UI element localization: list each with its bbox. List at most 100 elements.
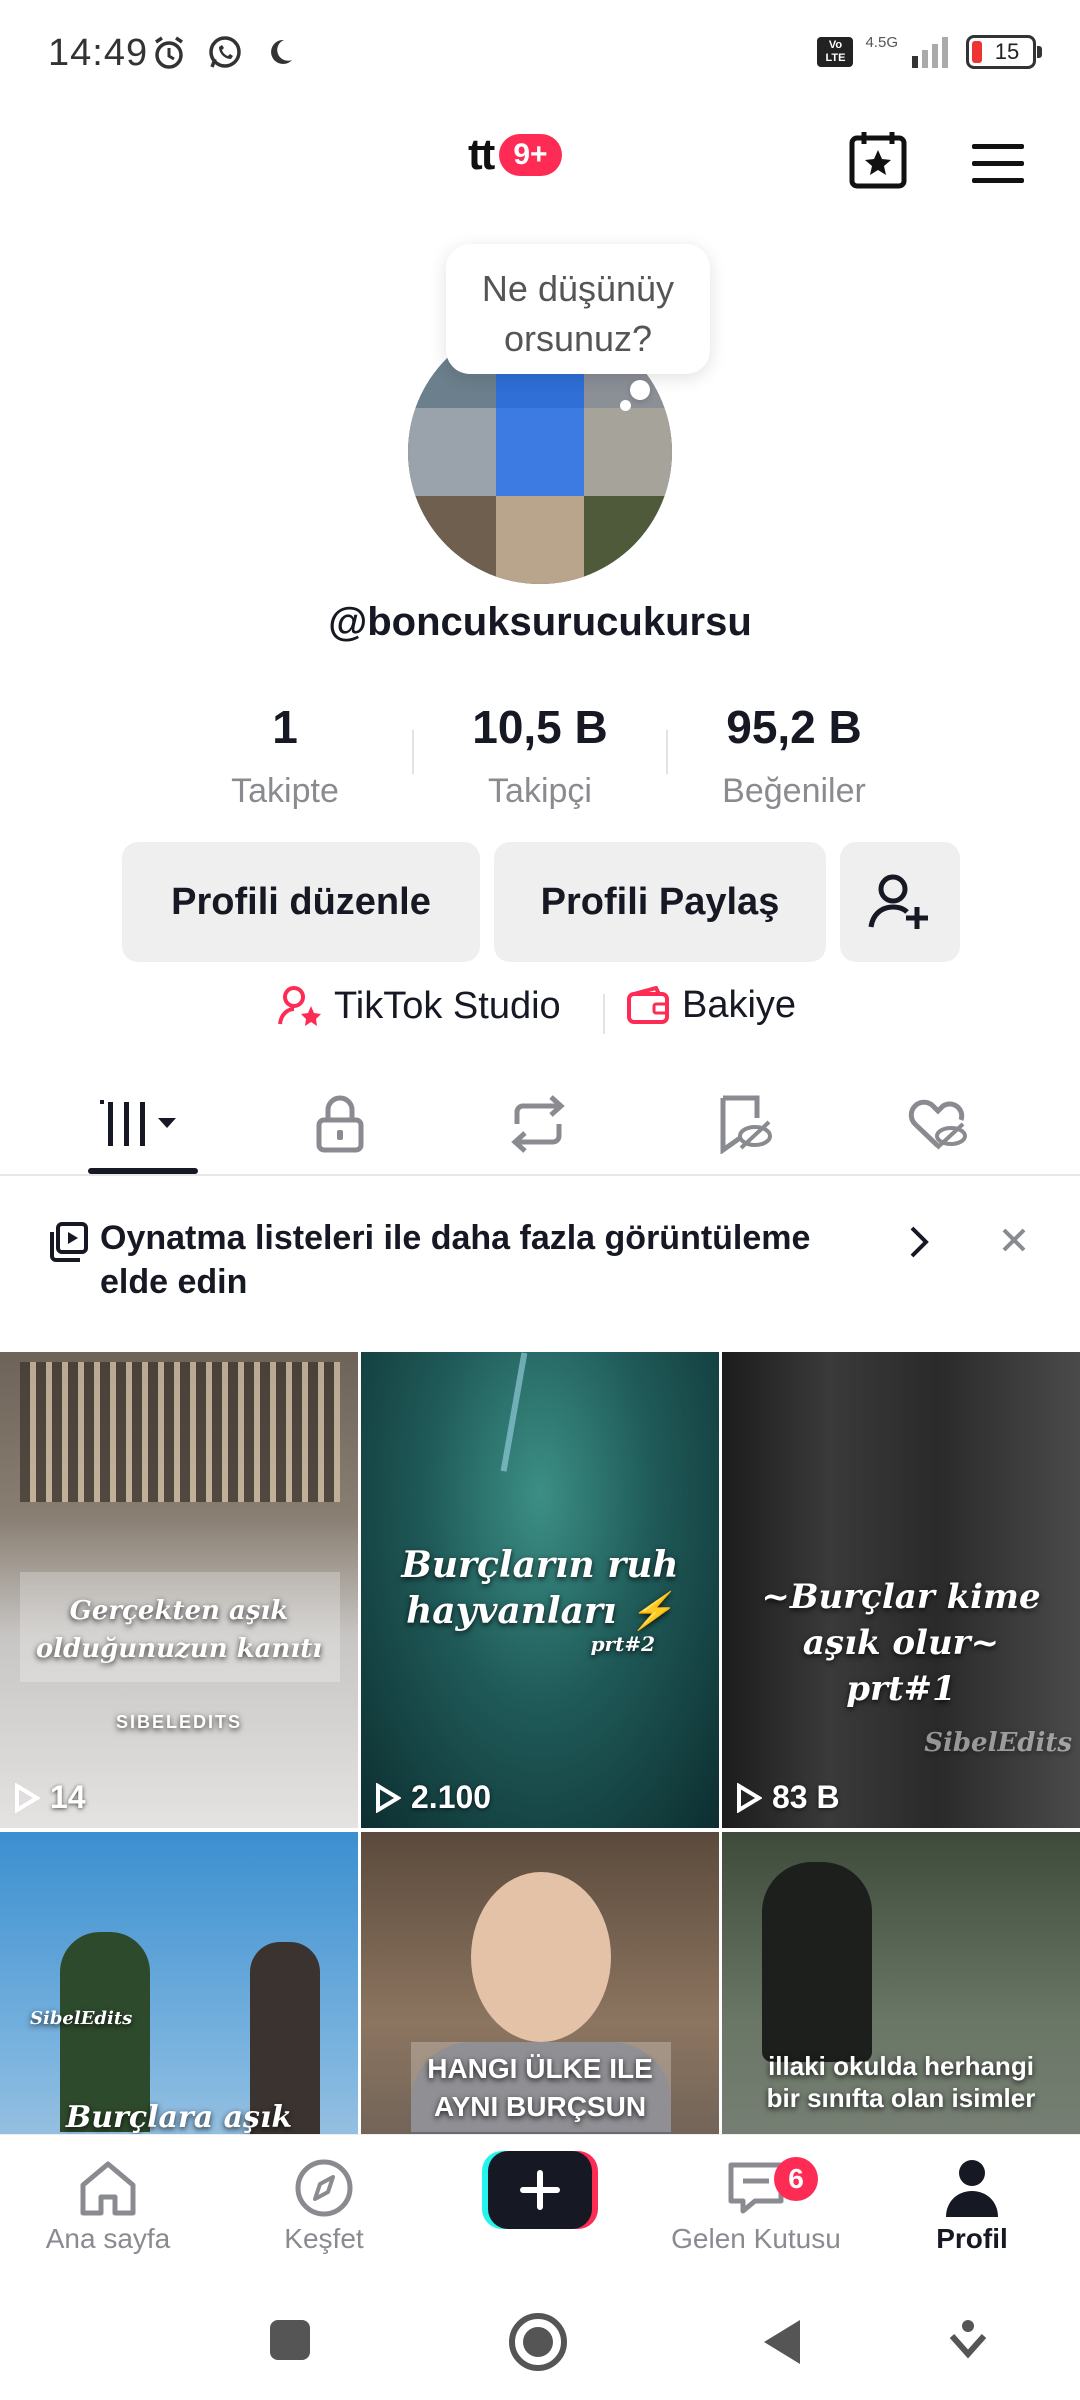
- moon-icon: [271, 39, 292, 64]
- volte-indicator: Vo LTE: [817, 37, 854, 67]
- creator-tools-row: TikTok Studio Bakiye: [0, 984, 1080, 1044]
- stat-label: Takipçi: [488, 772, 592, 810]
- video-thumbnail[interactable]: illaki okulda herhangi bir sınıfta olan …: [722, 1832, 1080, 2134]
- add-friends-button[interactable]: [840, 842, 960, 962]
- edit-profile-button[interactable]: Profili düzenle: [122, 842, 480, 962]
- home-button-icon[interactable]: [508, 2312, 568, 2372]
- video-watermark: SIBELEDITS: [115, 1712, 242, 1732]
- video-thumbnail[interactable]: ~Burçlar kime aşık olur~ prt#1 SibelEdit…: [722, 1352, 1080, 1828]
- stat-following[interactable]: 1 Takipte: [175, 700, 395, 811]
- back-icon[interactable]: [760, 2316, 804, 2368]
- video-watermark: SibelEdits: [30, 2008, 133, 2029]
- tiktok-studio-link[interactable]: TikTok Studio: [278, 984, 561, 1028]
- nav-discover-label: Keşfet: [284, 2223, 364, 2254]
- view-count: 2.100: [375, 1779, 491, 1816]
- status-time: 14:49: [48, 32, 149, 74]
- video-subcaption: prt#2: [590, 1632, 655, 1656]
- nav-home-label: Ana sayfa: [45, 2223, 171, 2254]
- bookmark-hidden-icon: [720, 1095, 772, 1154]
- video-caption: Burçların ruh hayvanları ⚡: [401, 1544, 679, 1632]
- view-count-value: 83 B: [772, 1779, 840, 1815]
- video-watermark: SibelEdits: [924, 1728, 1072, 1758]
- tab-liked[interactable]: [878, 1084, 998, 1164]
- lock-icon: [316, 1095, 364, 1153]
- playlist-icon: [50, 1222, 88, 1262]
- account-name: tt: [468, 130, 495, 179]
- stat-label: Beğeniler: [722, 772, 866, 810]
- add-user-icon: [868, 874, 928, 929]
- heart-hidden-icon: [908, 1099, 967, 1150]
- balance-link[interactable]: Bakiye: [626, 984, 796, 1027]
- video-caption: ~Burçlar kime aşık olur~ prt#1: [761, 1577, 1041, 1709]
- video-thumbnail[interactable]: Burçların ruh hayvanları ⚡ prt#2 2.100: [361, 1352, 719, 1828]
- stat-label: Takipte: [231, 772, 339, 810]
- menu-icon[interactable]: [970, 142, 1026, 186]
- bottom-navigation: Ana sayfa Keşfet 6 Gelen Kutusu Profil: [0, 2134, 1080, 2274]
- video-thumbnail[interactable]: SibelEdits Burçlara aşık: [0, 1832, 358, 2134]
- chevron-right-icon[interactable]: [904, 1224, 934, 1260]
- nav-profile[interactable]: Profil: [872, 2153, 1072, 2255]
- nav-inbox[interactable]: 6 Gelen Kutusu: [656, 2153, 856, 2255]
- battery-icon: 15: [966, 35, 1042, 69]
- wallet-icon: [627, 985, 669, 1024]
- banner-text: Oynatma listeleri ile daha fazla görüntü…: [100, 1219, 811, 1301]
- nav-inbox-label: Gelen Kutusu: [671, 2223, 841, 2254]
- thought-bubble-text: Ne düşünüy orsunuz?: [481, 268, 675, 359]
- grid-videos-icon: [100, 1100, 176, 1146]
- stat-followers[interactable]: 10,5 B Takipçi: [430, 700, 650, 811]
- play-icon: [15, 1782, 40, 1813]
- nav-discover[interactable]: Keşfet: [224, 2153, 424, 2255]
- system-navigation-bar: [0, 2274, 1080, 2400]
- plus-icon: [482, 2151, 598, 2229]
- signal-icon: [912, 37, 948, 68]
- chevron-down-icon[interactable]: [946, 2316, 990, 2360]
- tab-reposts[interactable]: [478, 1084, 598, 1164]
- profile-icon: [946, 2160, 998, 2217]
- balance-label: Bakiye: [682, 984, 797, 1026]
- play-icon: [376, 1782, 401, 1813]
- video-thumbnail[interactable]: HANGI ÜLKE ILE AYNI BURÇSUN: [361, 1832, 719, 2134]
- network-type: 4.5G: [865, 33, 898, 51]
- nav-home[interactable]: Ana sayfa: [8, 2153, 208, 2255]
- active-tab-indicator: [88, 1168, 198, 1174]
- home-icon: [80, 2161, 136, 2216]
- inbox-badge: 6: [774, 2157, 818, 2201]
- view-count-value: 14: [50, 1779, 86, 1815]
- share-profile-button[interactable]: Profili Paylaş: [494, 842, 826, 962]
- video-thumbnail[interactable]: Gerçekten aşık olduğunuzun kanıtı SIBELE…: [0, 1352, 358, 1828]
- battery-level: 15: [994, 39, 1020, 64]
- nav-profile-label: Profil: [936, 2223, 1008, 2254]
- stat-likes[interactable]: 95,2 B Beğeniler: [684, 700, 904, 811]
- profile-header: tt 9+: [0, 120, 1080, 210]
- stat-value: 95,2 B: [726, 701, 862, 753]
- tab-private[interactable]: [280, 1084, 400, 1164]
- stat-value: 1: [272, 701, 298, 753]
- view-count: 14: [14, 1779, 86, 1816]
- tab-videos[interactable]: [84, 1084, 204, 1164]
- compass-icon: [295, 2159, 353, 2217]
- recent-apps-icon[interactable]: [268, 2318, 312, 2362]
- close-icon[interactable]: [998, 1224, 1030, 1256]
- profile-tabs: [0, 1070, 1080, 1176]
- username: @boncuksurucukursu: [328, 600, 752, 644]
- video-caption: HANGI ÜLKE ILE AYNI BURÇSUN: [427, 2053, 653, 2122]
- video-caption: Gerçekten aşık olduğunuzun kanıtı: [35, 1596, 323, 1664]
- thought-bubble[interactable]: Ne düşünüy orsunuz?: [446, 244, 710, 411]
- video-caption: illaki okulda herhangi bir sınıfta olan …: [766, 2051, 1036, 2113]
- video-grid: Gerçekten aşık olduğunuzun kanıtı SIBELE…: [0, 1352, 1080, 2134]
- view-count-value: 2.100: [411, 1779, 492, 1815]
- create-button[interactable]: [482, 2151, 598, 2229]
- whatsapp-icon: [209, 36, 241, 68]
- play-icon: [737, 1782, 762, 1813]
- playlist-promo-banner[interactable]: Oynatma listeleri ile daha fazla görüntü…: [0, 1176, 1080, 1352]
- video-caption: Burçlara aşık: [65, 2100, 293, 2134]
- calendar-star-icon[interactable]: [846, 128, 910, 192]
- account-switcher[interactable]: tt 9+: [468, 130, 562, 180]
- notification-badge: 9+: [499, 134, 562, 176]
- studio-icon: [278, 986, 321, 1026]
- profile-stats: 1 Takipte 10,5 B Takipçi 95,2 B Beğenile…: [0, 700, 1080, 820]
- status-bar: 14:49 Vo LTE 4.5G 15: [0, 0, 1080, 110]
- studio-label: TikTok Studio: [334, 984, 561, 1027]
- tab-favorites[interactable]: [684, 1084, 804, 1164]
- repost-icon: [511, 1095, 565, 1153]
